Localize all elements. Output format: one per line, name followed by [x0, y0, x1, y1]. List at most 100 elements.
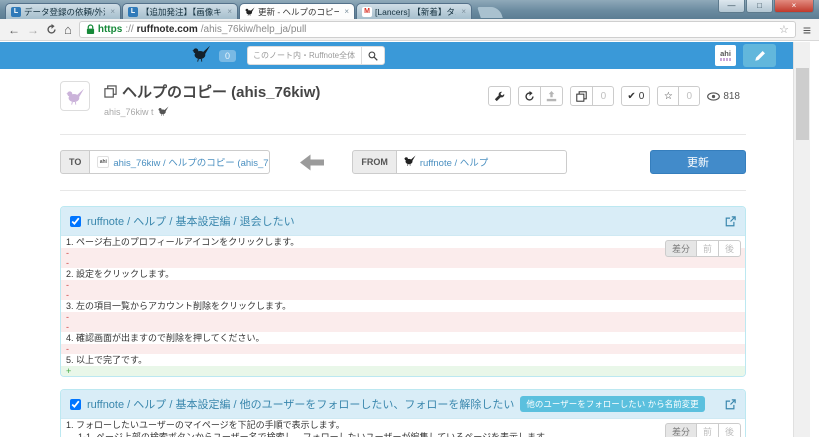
- forward-icon[interactable]: →: [27, 24, 39, 36]
- note-avatar[interactable]: [60, 81, 90, 111]
- star-button[interactable]: ☆: [657, 86, 679, 106]
- diff-view-button[interactable]: 差分: [665, 423, 697, 437]
- new-tab-button[interactable]: [477, 7, 503, 18]
- address-bar: ← → ⌂ https:// ruffnote.com/ahis_76kiw/he…: [0, 19, 819, 41]
- search-button[interactable]: [361, 46, 385, 65]
- refresh-button[interactable]: [518, 86, 541, 106]
- copy-note-button[interactable]: [570, 86, 593, 106]
- copied-note-icon: [104, 85, 117, 98]
- reload-icon[interactable]: [46, 24, 57, 35]
- star-count[interactable]: 0: [678, 86, 700, 106]
- panel-checkbox[interactable]: [70, 399, 81, 410]
- browser-tab[interactable]: Lデータ登録の依頼/外注な×: [5, 3, 121, 19]
- diff-view-button[interactable]: 差分: [665, 240, 697, 257]
- from-label: FROM: [352, 150, 397, 174]
- panel-title-link[interactable]: ruffnote / ヘルプ / 基本設定編 / 退会したい: [87, 213, 295, 229]
- user-avatar[interactable]: ahi: [715, 45, 736, 66]
- copy-count[interactable]: 0: [592, 86, 614, 106]
- back-icon[interactable]: ←: [8, 24, 20, 36]
- new-note-button[interactable]: [743, 44, 776, 67]
- note-owner[interactable]: ahis_76kiw t: [104, 106, 320, 118]
- ruffnote-logo-bird-icon[interactable]: [192, 45, 211, 67]
- maximize-button[interactable]: □: [746, 0, 773, 13]
- star-group: ☆ 0: [657, 86, 700, 106]
- upload-button[interactable]: [540, 86, 563, 106]
- browser-tab[interactable]: 更新 - ヘルプのコピー (a×: [239, 3, 355, 19]
- refresh-icon: [524, 91, 535, 102]
- diff-row-text: 4. 確認画面が出ますので削除を押してください。: [61, 332, 745, 344]
- close-button[interactable]: ×: [774, 0, 814, 13]
- note-toolbar: 0 ✔0 ☆ 0 818: [488, 86, 740, 106]
- tab-close-icon[interactable]: ×: [225, 7, 232, 16]
- rename-badge: 他のユーザーをフォローしたい から名前変更: [520, 396, 704, 412]
- to-target[interactable]: ahi ahis_76kiw / ヘルプのコピー (ahis_76kiw): [90, 150, 270, 174]
- diff-row-del: -: [61, 290, 745, 300]
- diff-row-del: -: [61, 312, 745, 322]
- panel-checkbox[interactable]: [70, 216, 81, 227]
- diff-view-button[interactable]: 後: [718, 423, 741, 437]
- diff-view-button[interactable]: 後: [718, 240, 741, 257]
- tab-strip: Lデータ登録の依頼/外注な×L【追加発注】【画像キャ×更新 - ヘルプのコピー …: [5, 3, 473, 19]
- tab-close-icon[interactable]: ×: [459, 7, 466, 16]
- url-scheme: https: [98, 24, 122, 35]
- merge-direction-arrow-icon: [300, 154, 324, 171]
- lancers-favicon: L: [128, 7, 138, 17]
- diff-view-switch: 差分前後: [665, 240, 741, 257]
- check-icon: ✔: [627, 91, 635, 102]
- bookmark-star-icon[interactable]: ☆: [779, 23, 789, 36]
- view-counter: 818: [707, 91, 740, 102]
- diff-view-switch: 差分前後: [665, 423, 741, 437]
- lancers-favicon: L: [11, 7, 21, 17]
- tab-close-icon[interactable]: ×: [108, 7, 115, 16]
- page: 0 ahi ヘルプのコピー (ahis_76ki: [0, 42, 819, 437]
- url-path: /ahis_76kiw/help_ja/pull: [201, 24, 307, 35]
- update-button[interactable]: 更新: [650, 150, 746, 174]
- panel-heading: ruffnote / ヘルプ / 基本設定編 / 退会したい: [61, 207, 745, 235]
- site-navbar: 0 ahi: [0, 42, 793, 69]
- panel-body: 1. フォローしたいユーザーのマイページを下記の手順で表示します。1-1. ペー…: [61, 418, 745, 437]
- search-input[interactable]: [247, 46, 361, 65]
- page-scrollbar[interactable]: [793, 42, 810, 437]
- url-field[interactable]: https:// ruffnote.com/ahis_76kiw/help_ja/…: [79, 21, 796, 38]
- diff-panel: ruffnote / ヘルプ / 基本設定編 / 他のユーザーをフォローしたい、…: [60, 389, 746, 437]
- diff-row-text: 3. 左の項目一覧からアカウント削除をクリックします。: [61, 300, 745, 312]
- site-search: [247, 46, 385, 65]
- to-group: TO ahi ahis_76kiw / ヘルプのコピー (ahis_76kiw): [60, 150, 270, 174]
- open-page-button[interactable]: [725, 399, 736, 410]
- diff-row-add: +: [61, 366, 745, 376]
- diff-view-button[interactable]: 前: [696, 240, 719, 257]
- approve-button[interactable]: ✔0: [621, 86, 650, 106]
- home-icon[interactable]: ⌂: [64, 23, 72, 36]
- settings-wrench-button[interactable]: [488, 86, 511, 106]
- diff-view-button[interactable]: 前: [696, 423, 719, 437]
- external-link-icon: [725, 216, 736, 227]
- tab-title: 更新 - ヘルプのコピー (a: [258, 6, 339, 18]
- minimize-button[interactable]: —: [718, 0, 745, 13]
- notification-badge[interactable]: 0: [219, 50, 236, 62]
- eye-icon: [707, 92, 720, 101]
- browser-window: Lデータ登録の依頼/外注な×L【追加発注】【画像キャ×更新 - ヘルプのコピー …: [0, 0, 819, 437]
- note-header: ヘルプのコピー (ahis_76kiw) ahis_76kiw t: [60, 81, 746, 118]
- diff-panel: ruffnote / ヘルプ / 基本設定編 / 退会したい1. ページ右上のプ…: [60, 206, 746, 377]
- diff-row-text: 5. 以上で完了です。: [61, 354, 745, 366]
- copy-group: 0: [570, 86, 614, 106]
- diff-panels: ruffnote / ヘルプ / 基本設定編 / 退会したい1. ページ右上のプ…: [60, 206, 746, 437]
- diff-row-del: -: [61, 280, 745, 290]
- panel-title-link[interactable]: ruffnote / ヘルプ / 基本設定編 / 他のユーザーをフォローしたい、…: [87, 396, 514, 412]
- url-host: ruffnote.com: [137, 24, 198, 35]
- star-icon: ☆: [664, 91, 673, 102]
- diff-row-text: 2. 設定をクリックします。: [61, 268, 745, 280]
- sync-group: [518, 86, 563, 106]
- url-separator: ://: [125, 24, 133, 35]
- upload-icon: [546, 91, 557, 102]
- browser-tab[interactable]: M[Lancers] 【新着】タス×: [356, 3, 472, 19]
- from-source[interactable]: ruffnote / ヘルプ: [397, 150, 567, 174]
- open-page-button[interactable]: [725, 216, 736, 227]
- chrome-menu-icon[interactable]: ≡: [803, 23, 811, 37]
- tab-close-icon[interactable]: ×: [342, 7, 349, 16]
- browser-tab[interactable]: L【追加発注】【画像キャ×: [122, 3, 238, 19]
- pull-request-bar: TO ahi ahis_76kiw / ヘルプのコピー (ahis_76kiw)…: [60, 150, 746, 174]
- scrollbar-thumb[interactable]: [796, 68, 809, 140]
- tab-title: [Lancers] 【新着】タス: [375, 6, 456, 18]
- diff-row-del: -: [61, 344, 745, 354]
